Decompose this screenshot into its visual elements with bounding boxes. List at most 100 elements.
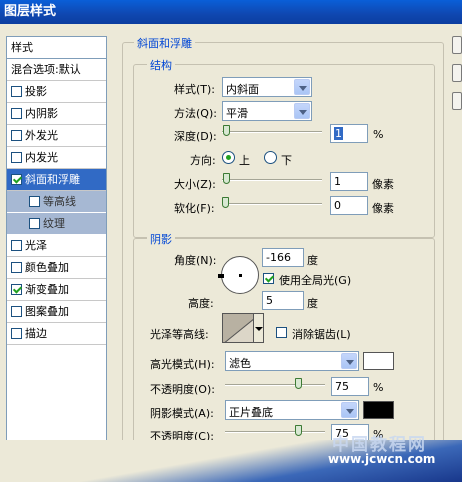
antialias-checkbox[interactable]: [276, 327, 287, 338]
depth-input[interactable]: 1: [330, 124, 368, 143]
style-list-item[interactable]: 外发光: [7, 125, 106, 147]
shadow-color-swatch[interactable]: [363, 401, 394, 419]
depth-slider[interactable]: [222, 125, 322, 137]
gloss-contour-dropdown[interactable]: [253, 313, 264, 343]
style-list-item[interactable]: 纹理: [7, 213, 106, 235]
style-list-item[interactable]: 图案叠加: [7, 301, 106, 323]
style-list-item-label: 斜面和浮雕: [25, 173, 80, 186]
highlight-opacity-slider[interactable]: [225, 378, 325, 390]
bevel-emboss-title: 斜面和浮雕: [134, 35, 195, 51]
size-slider-track: [222, 179, 322, 181]
angle-needle: [218, 274, 224, 278]
style-select[interactable]: 内斜面: [222, 77, 312, 97]
soften-slider-thumb[interactable]: [222, 197, 229, 208]
gloss-contour-label: 光泽等高线:: [150, 328, 209, 341]
style-checkbox[interactable]: [11, 108, 22, 119]
style-list-item[interactable]: 光泽: [7, 235, 106, 257]
chevron-down-icon[interactable]: [341, 353, 357, 369]
shadow-mode-value: 正片叠底: [229, 406, 273, 419]
angle-input[interactable]: -166: [262, 248, 304, 267]
technique-select[interactable]: 平滑: [222, 101, 312, 121]
antialias-label[interactable]: 消除锯齿(L): [292, 326, 351, 342]
structure-title: 结构: [147, 57, 175, 73]
technique-label: 方法(Q):: [174, 107, 217, 120]
style-list: 样式 混合选项:默认 投影内阴影外发光内发光斜面和浮雕等高线 纹理光泽颜色叠加 渐变…: [6, 36, 107, 476]
global-light-label[interactable]: 使用全局光(G): [279, 272, 351, 288]
style-list-item[interactable]: 颜色叠加: [7, 257, 106, 279]
angle-dial[interactable]: [218, 256, 259, 294]
style-list-item-label: 外发光: [25, 129, 58, 142]
highlight-mode-label: 高光模式(H):: [150, 358, 215, 371]
shadow-opacity-thumb[interactable]: [295, 425, 302, 436]
style-list-item[interactable]: 内阴影: [7, 103, 106, 125]
highlight-opacity-value: 75: [335, 380, 349, 393]
shading-title: 阴影: [147, 231, 175, 247]
style-checkbox[interactable]: [29, 196, 40, 207]
style-list-item[interactable]: 描边: [7, 323, 106, 345]
highlight-color-swatch[interactable]: [363, 352, 394, 370]
altitude-input[interactable]: 5: [262, 291, 304, 310]
style-checkbox[interactable]: [11, 328, 22, 339]
size-slider-thumb[interactable]: [223, 173, 230, 184]
style-list-item[interactable]: 斜面和浮雕: [7, 169, 106, 191]
shadow-opacity-slider[interactable]: [225, 425, 325, 437]
style-list-item[interactable]: 投影: [7, 81, 106, 103]
technique-select-value: 平滑: [226, 107, 248, 120]
global-light-checkbox[interactable]: [263, 273, 274, 284]
angle-unit: 度: [307, 254, 318, 267]
style-list-item[interactable]: 等高线: [7, 191, 106, 213]
size-unit: 像素: [372, 178, 394, 191]
style-list-item-label: 光泽: [25, 239, 47, 252]
soften-input[interactable]: 0: [330, 196, 368, 215]
style-select-value: 内斜面: [226, 83, 259, 96]
style-list-item[interactable]: 内发光: [7, 147, 106, 169]
size-input[interactable]: 1: [330, 172, 368, 191]
chevron-down-icon[interactable]: [341, 402, 357, 418]
shadow-mode-label: 阴影模式(A):: [150, 407, 214, 420]
direction-down-label: 下: [281, 154, 292, 167]
shadow-mode-select[interactable]: 正片叠底: [225, 400, 359, 420]
cancel-button-edge[interactable]: [452, 64, 462, 82]
direction-label: 方向:: [190, 154, 216, 167]
highlight-opacity-thumb[interactable]: [295, 378, 302, 389]
style-checkbox[interactable]: [11, 174, 22, 185]
style-label: 样式(T):: [174, 83, 216, 96]
altitude-value: 5: [266, 294, 273, 307]
depth-slider-thumb[interactable]: [223, 125, 230, 136]
chevron-down-icon[interactable]: [294, 103, 310, 119]
title-bar: 图层样式: [0, 0, 462, 24]
soften-slider-track: [222, 203, 322, 205]
style-list-item-label: 内发光: [25, 151, 58, 164]
altitude-label: 高度:: [188, 297, 214, 310]
style-checkbox[interactable]: [11, 86, 22, 97]
style-list-header[interactable]: 样式: [7, 37, 106, 59]
size-slider[interactable]: [222, 173, 322, 185]
style-list-item-label: 图案叠加: [25, 305, 69, 318]
depth-label: 深度(D):: [174, 130, 217, 143]
chevron-down-icon[interactable]: [294, 79, 310, 95]
style-checkbox[interactable]: [11, 306, 22, 317]
new-style-button-edge[interactable]: [452, 92, 462, 110]
soften-slider[interactable]: [222, 197, 322, 209]
depth-value: 1: [334, 127, 343, 140]
style-list-item[interactable]: 渐变叠加: [7, 279, 106, 301]
style-list-item-label: 描边: [25, 327, 47, 340]
style-checkbox[interactable]: [11, 240, 22, 251]
direction-up-label: 上: [239, 154, 250, 167]
style-checkbox[interactable]: [11, 284, 22, 295]
blend-options-item[interactable]: 混合选项:默认: [7, 59, 106, 81]
style-checkbox[interactable]: [11, 130, 22, 141]
soften-value: 0: [334, 199, 341, 212]
highlight-mode-select[interactable]: 滤色: [225, 351, 359, 371]
window-title: 图层样式: [4, 4, 57, 19]
direction-down-radio[interactable]: [264, 151, 277, 164]
style-checkbox[interactable]: [11, 152, 22, 163]
highlight-opacity-input[interactable]: 75: [331, 377, 369, 396]
style-list-item-label: 投影: [25, 85, 47, 98]
size-label: 大小(Z):: [174, 178, 216, 191]
direction-up-radio[interactable]: [222, 151, 235, 164]
watermark: 中国教程网 www.jcwcn.com: [318, 430, 458, 470]
style-checkbox[interactable]: [11, 262, 22, 273]
ok-button-edge[interactable]: [452, 36, 462, 54]
style-checkbox[interactable]: [29, 218, 40, 229]
